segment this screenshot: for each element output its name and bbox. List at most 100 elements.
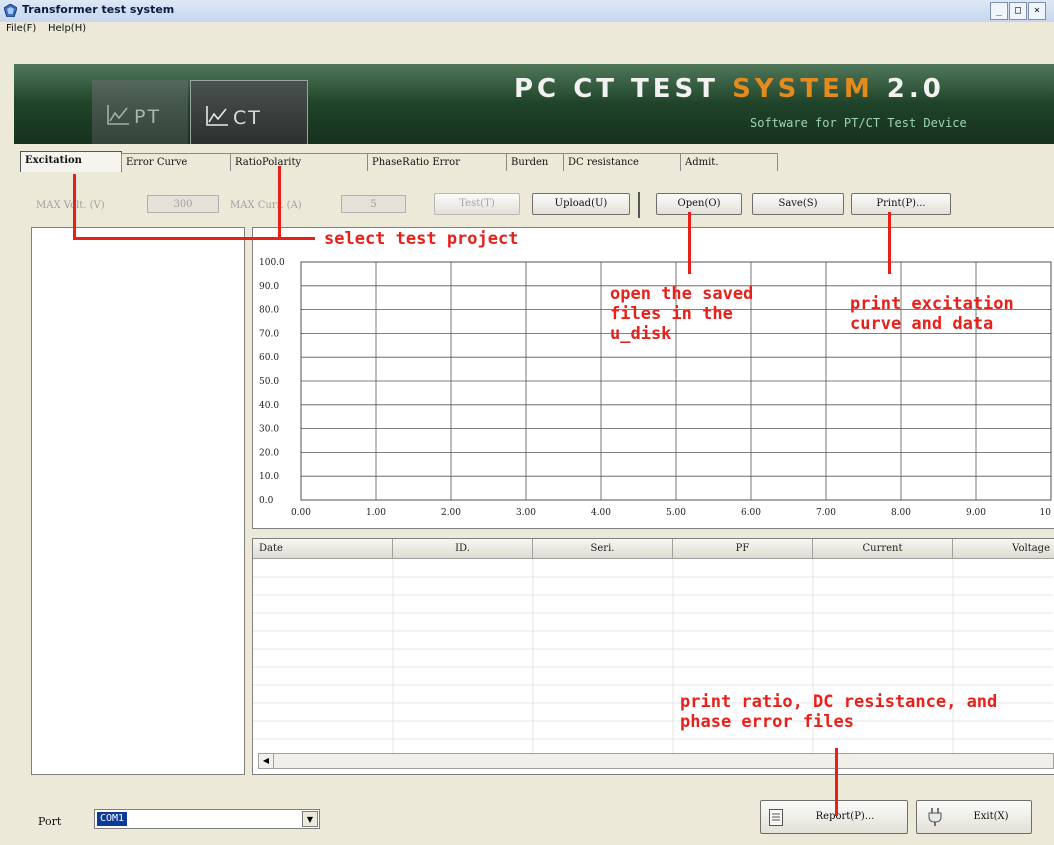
annotation-open-line: u_disk — [610, 324, 672, 344]
mode-tab-ct[interactable]: CT — [190, 80, 308, 144]
banner-title-suffix: 2.0 — [873, 74, 945, 104]
y-tick-label: 20.0 — [259, 448, 279, 458]
maximize-button[interactable]: □ — [1009, 2, 1027, 20]
exit-button-label: Exit(X) — [973, 811, 1009, 822]
annotation-print-ratio: print ratio, DC resistance, and phase er… — [680, 692, 997, 732]
upload-button[interactable]: Upload(U) — [532, 193, 630, 215]
max-volt-label: MAX Volt. (V) — [36, 200, 105, 211]
x-tick-label: 10 — [1040, 508, 1052, 518]
excitation-chart-panel: 0.0 10.0 20.0 30.0 40.0 50.0 60.0 70.0 80.0 90.0 1… — [252, 227, 1054, 529]
port-value: COM1 — [97, 812, 128, 826]
toolbar-divider — [638, 192, 640, 218]
max-curr-label: MAX Curr. (A) — [230, 200, 302, 211]
annotation-open-line: open the saved — [610, 284, 754, 304]
y-tick-label: 10.0 — [259, 472, 279, 482]
chart-icon — [107, 105, 129, 125]
tab-excitation[interactable]: Excitation — [20, 151, 122, 172]
callout-line-select — [278, 166, 281, 240]
menu-file[interactable]: File(F) — [6, 23, 36, 34]
banner-title-prefix: PC CT TEST — [514, 74, 733, 104]
callout-line-select — [73, 237, 315, 240]
y-tick-label: 40.0 — [259, 401, 279, 411]
callout-line-report — [835, 748, 838, 816]
minimize-button[interactable]: _ — [990, 2, 1008, 20]
banner-title: PC CT TEST SYSTEM 2.0 — [514, 74, 945, 104]
mode-tab-ct-label: CT — [233, 107, 262, 129]
x-tick-label: 0.00 — [291, 508, 311, 518]
col-seri[interactable]: Seri. — [533, 539, 673, 559]
close-button[interactable]: × — [1028, 2, 1046, 20]
report-icon — [769, 809, 783, 826]
tab-burden[interactable]: Burden — [506, 153, 564, 171]
record-list[interactable] — [31, 227, 245, 775]
x-tick-label: 4.00 — [591, 508, 611, 518]
window-controls: _ □ × — [990, 2, 1050, 20]
col-pf[interactable]: PF — [673, 539, 813, 559]
x-tick-label: 3.00 — [516, 508, 536, 518]
callout-line-print — [888, 212, 891, 274]
x-tick-label: 8.00 — [891, 508, 911, 518]
annotation-report-line: phase error files — [680, 712, 854, 732]
y-tick-label: 90.0 — [259, 282, 279, 292]
banner-subtitle: Software for PT/CT Test Device — [750, 116, 967, 130]
port-select[interactable]: COM1 ▼ — [94, 809, 320, 829]
annotation-open-saved: open the saved files in the u_disk — [610, 284, 753, 344]
mode-tab-pt-label: PT — [134, 106, 162, 128]
menu-help[interactable]: Help(H) — [48, 23, 86, 34]
title-bar: Transformer test system _ □ × — [0, 0, 1054, 23]
annotation-print-excitation: print excitation curve and data — [850, 294, 1014, 334]
scroll-left-icon[interactable]: ◀ — [259, 754, 274, 768]
annotation-report-line: print ratio, DC resistance, and — [680, 692, 998, 712]
callout-line-open — [688, 212, 691, 274]
app-banner: PT CT PC CT TEST SYSTEM 2.0 Software for… — [14, 64, 1054, 144]
horizontal-scrollbar[interactable]: ◀ — [258, 753, 1054, 769]
callout-line-select — [73, 174, 76, 240]
mode-tab-pt[interactable]: PT — [92, 80, 188, 144]
y-tick-label: 70.0 — [259, 329, 279, 339]
col-id[interactable]: ID. — [393, 539, 533, 559]
open-button[interactable]: Open(O) — [656, 193, 742, 215]
tab-admit[interactable]: Admit. — [680, 153, 778, 171]
x-tick-label: 7.00 — [816, 508, 836, 518]
port-label: Port — [38, 815, 62, 828]
tab-error-curve[interactable]: Error Curve — [121, 153, 231, 171]
y-tick-label: 0.0 — [259, 496, 274, 506]
max-curr-input[interactable]: 5 — [341, 195, 406, 213]
max-volt-input[interactable]: 300 — [147, 195, 219, 213]
x-tick-label: 9.00 — [966, 508, 986, 518]
annotation-select-test: select test project — [324, 229, 519, 249]
tab-phase-ratio-error[interactable]: PhaseRatio Error — [367, 153, 507, 171]
plug-icon — [928, 808, 942, 826]
x-tick-label: 1.00 — [366, 508, 386, 518]
col-current[interactable]: Current — [813, 539, 953, 559]
save-button[interactable]: Save(S) — [752, 193, 844, 215]
app-icon — [4, 4, 17, 17]
chevron-down-icon[interactable]: ▼ — [302, 811, 318, 827]
y-tick-label: 30.0 — [259, 425, 279, 435]
col-voltage[interactable]: Voltage — [953, 539, 1054, 559]
tab-dc-resistance[interactable]: DC resistance — [563, 153, 681, 171]
print-button[interactable]: Print(P)... — [851, 193, 951, 215]
window-title: Transformer test system — [22, 3, 175, 16]
chart-icon — [206, 106, 228, 126]
report-button-label: Report(P)... — [815, 811, 875, 822]
y-tick-label: 100.0 — [259, 258, 285, 268]
y-tick-label: 80.0 — [259, 306, 279, 316]
col-date[interactable]: Date — [253, 539, 393, 559]
excitation-chart: 0.0 10.0 20.0 30.0 40.0 50.0 60.0 70.0 80.0 90.0 1… — [259, 258, 1052, 518]
annotation-open-line: files in the — [610, 304, 733, 324]
y-tick-label: 60.0 — [259, 353, 279, 363]
result-table: Date ID. Seri. PF Current Voltage — [252, 538, 1054, 775]
y-tick-label: 50.0 — [259, 377, 279, 387]
report-button[interactable]: Report(P)... — [760, 800, 908, 834]
exit-button[interactable]: Exit(X) — [916, 800, 1032, 834]
menu-bar: File(F) Help(H) — [0, 22, 1054, 38]
annotation-print-line: print excitation — [850, 294, 1014, 314]
x-tick-label: 2.00 — [441, 508, 461, 518]
test-button[interactable]: Test(T) — [434, 193, 520, 215]
x-tick-label: 5.00 — [666, 508, 686, 518]
banner-title-highlight: SYSTEM — [732, 74, 874, 104]
x-tick-label: 6.00 — [741, 508, 761, 518]
annotation-print-line: curve and data — [850, 314, 994, 334]
tab-ratio-polarity[interactable]: RatioPolarity — [230, 153, 368, 171]
